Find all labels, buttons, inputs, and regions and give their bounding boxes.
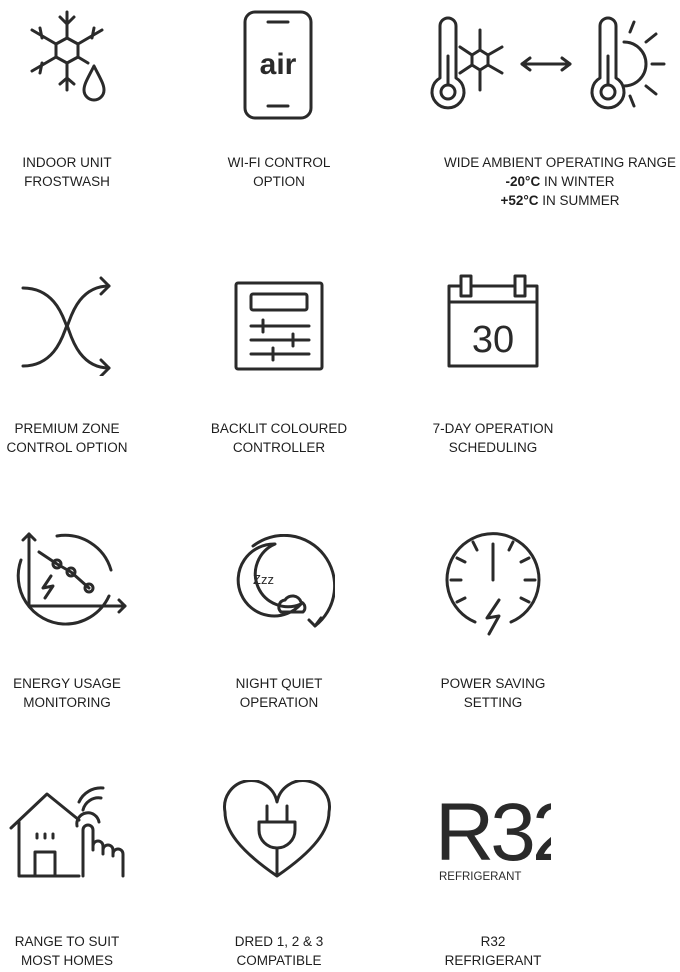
sleep-text: Zzz (253, 572, 274, 587)
r32-logo-text: R32 (435, 787, 551, 878)
feature-label: WIDE AMBIENT OPERATING RANGE -20°C IN WI… (440, 153, 680, 210)
moon-sleep-icon: Zzz (219, 534, 335, 634)
label-line: COMPATIBLE (236, 953, 322, 968)
label-line: WIDE AMBIENT OPERATING RANGE (443, 155, 677, 170)
heart-plug-icon (221, 780, 333, 880)
thermometer-cold-hot-icon (428, 16, 678, 116)
summer-text: IN SUMMER (538, 193, 620, 208)
label-line: RANGE TO SUIT (14, 934, 120, 949)
label-line: PREMIUM ZONE (14, 421, 120, 436)
label-line: REFRIGERANT (444, 953, 542, 968)
label-line: BACKLIT COLOURED (210, 421, 348, 436)
label-line: POWER SAVING (440, 676, 546, 691)
feature-label: BACKLIT COLOURED CONTROLLER (169, 419, 389, 457)
feature-label: NIGHT QUIET OPERATION (169, 674, 389, 712)
label-line: DRED 1, 2 & 3 (234, 934, 324, 949)
calendar-date: 30 (472, 319, 514, 361)
house-touch-icon (7, 780, 135, 880)
winter-range: -20°C IN WINTER (440, 172, 680, 191)
label-line: R32 (480, 934, 506, 949)
label-line: FROSTWASH (24, 174, 110, 189)
snowflake-droplet-icon (22, 8, 112, 118)
smartphone-air-icon: air (241, 8, 317, 124)
controller-panel-icon (233, 280, 325, 372)
feature-label: DRED 1, 2 & 3 COMPATIBLE (169, 932, 389, 970)
label-line: MONITORING (23, 695, 111, 710)
label-line: MOST HOMES (20, 953, 113, 968)
feature-label: 7-DAY OPERATION SCHEDULING (383, 419, 603, 457)
label-line: CONTROL OPTION (6, 440, 128, 455)
label-line: NIGHT QUIET (235, 676, 323, 691)
label-line: SETTING (463, 695, 523, 710)
feature-label: ENERGY USAGE MONITORING (0, 674, 177, 712)
label-line: INDOOR UNIT (22, 155, 112, 170)
label-line: SCHEDULING (448, 440, 538, 455)
feature-label: PREMIUM ZONE CONTROL OPTION (0, 419, 177, 457)
icon-text: air (260, 48, 297, 81)
winter-value: -20°C (505, 174, 541, 189)
calendar-icon: 30 (445, 272, 541, 372)
r32-logo-subtext: REFRIGERANT (439, 871, 521, 883)
label-line: WI-FI CONTROL (227, 155, 331, 170)
summer-range: +52°C IN SUMMER (440, 191, 680, 210)
r32-logo-icon: R32 REFRIGERANT (435, 786, 551, 886)
label-line: CONTROLLER (232, 440, 326, 455)
label-line: 7-DAY OPERATION (432, 421, 554, 436)
crossing-arrows-icon (19, 276, 115, 376)
feature-label: POWER SAVING SETTING (383, 674, 603, 712)
energy-graph-icon (7, 530, 129, 628)
winter-text: IN WINTER (540, 174, 615, 189)
feature-label: RANGE TO SUIT MOST HOMES (0, 932, 177, 970)
feature-label: WI-FI CONTROL OPTION (169, 153, 389, 191)
label-line: ENERGY USAGE (13, 676, 121, 691)
power-gauge-icon (441, 530, 545, 640)
summer-value: +52°C (500, 193, 539, 208)
label-line: OPTION (253, 174, 305, 189)
feature-label: R32 REFRIGERANT (383, 932, 603, 970)
feature-label: INDOOR UNIT FROSTWASH (0, 153, 177, 191)
label-line: OPERATION (239, 695, 319, 710)
